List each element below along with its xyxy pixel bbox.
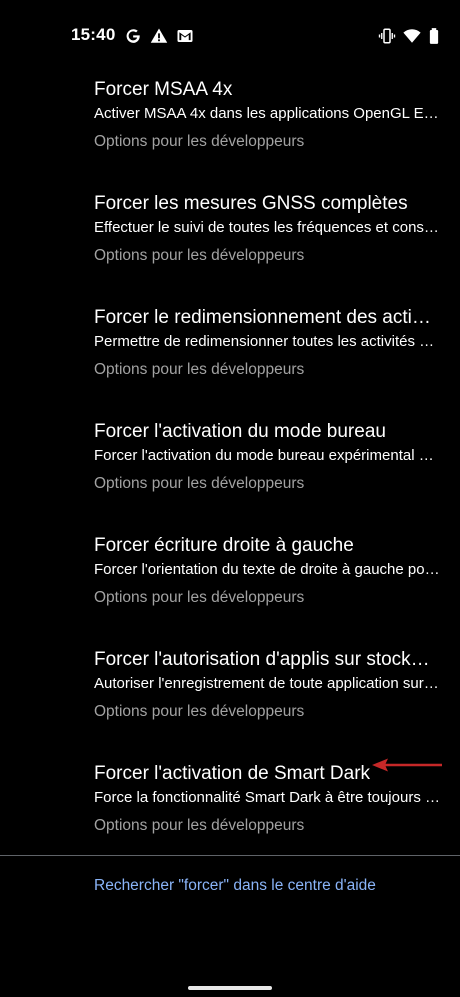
result-summary: Effectuer le suivi de toutes les fréquen…	[94, 219, 440, 236]
result-title: Forcer l'autorisation d'applis sur stock…	[94, 649, 440, 670]
result-summary: Force la fonctionnalité Smart Dark à êtr…	[94, 789, 440, 806]
result-breadcrumb: Options pour les développeurs	[94, 133, 305, 150]
search-result-force-desktop-mode[interactable]: Forcer l'activation du mode bureau Force…	[0, 394, 460, 508]
result-title: Forcer les mesures GNSS complètes	[94, 193, 408, 214]
search-result-force-resizable[interactable]: Forcer le redimensionnement des activité…	[0, 280, 460, 394]
result-breadcrumb: Options pour les développeurs	[94, 361, 305, 378]
battery-icon	[429, 28, 439, 44]
result-summary: Activer MSAA 4x dans les applications Op…	[94, 105, 440, 122]
result-title: Forcer l'activation de Smart Dark	[94, 763, 371, 784]
result-summary: Forcer l'orientation du texte de droite …	[94, 561, 440, 578]
status-time: 15:40	[71, 25, 116, 44]
wifi-icon	[403, 29, 421, 43]
search-results-list: Forcer MSAA 4x Activer MSAA 4x dans les …	[0, 52, 460, 850]
result-summary: Autoriser l'enregistrement de toute appl…	[94, 675, 440, 692]
result-title: Forcer écriture droite à gauche	[94, 535, 354, 556]
gesture-nav-handle[interactable]	[188, 986, 272, 990]
gmail-icon	[177, 30, 193, 42]
vibrate-icon	[378, 28, 396, 44]
result-summary: Forcer l'activation du mode bureau expér…	[94, 447, 440, 464]
search-result-force-msaa[interactable]: Forcer MSAA 4x Activer MSAA 4x dans les …	[0, 52, 460, 166]
result-breadcrumb: Options pour les développeurs	[94, 247, 305, 264]
divider	[0, 855, 460, 856]
result-title: Forcer MSAA 4x	[94, 79, 233, 100]
result-breadcrumb: Options pour les développeurs	[94, 475, 305, 492]
search-result-force-gnss[interactable]: Forcer les mesures GNSS complètes Effect…	[0, 166, 460, 280]
search-result-force-external-storage[interactable]: Forcer l'autorisation d'applis sur stock…	[0, 622, 460, 736]
warning-icon	[150, 28, 168, 43]
result-summary: Permettre de redimensionner toutes les a…	[94, 333, 440, 350]
result-breadcrumb: Options pour les développeurs	[94, 589, 305, 606]
result-breadcrumb: Options pour les développeurs	[94, 703, 305, 720]
annotation-arrow-icon	[372, 758, 442, 772]
result-title: Forcer le redimensionnement des activité…	[94, 307, 440, 328]
search-result-force-rtl[interactable]: Forcer écriture droite à gauche Forcer l…	[0, 508, 460, 622]
google-g-icon	[126, 29, 141, 43]
result-title: Forcer l'activation du mode bureau	[94, 421, 386, 442]
help-center-search-link[interactable]: Rechercher "forcer" dans le centre d'aid…	[94, 877, 376, 895]
result-breadcrumb: Options pour les développeurs	[94, 817, 305, 834]
search-result-force-smart-dark[interactable]: Forcer l'activation de Smart Dark Force …	[0, 736, 460, 850]
